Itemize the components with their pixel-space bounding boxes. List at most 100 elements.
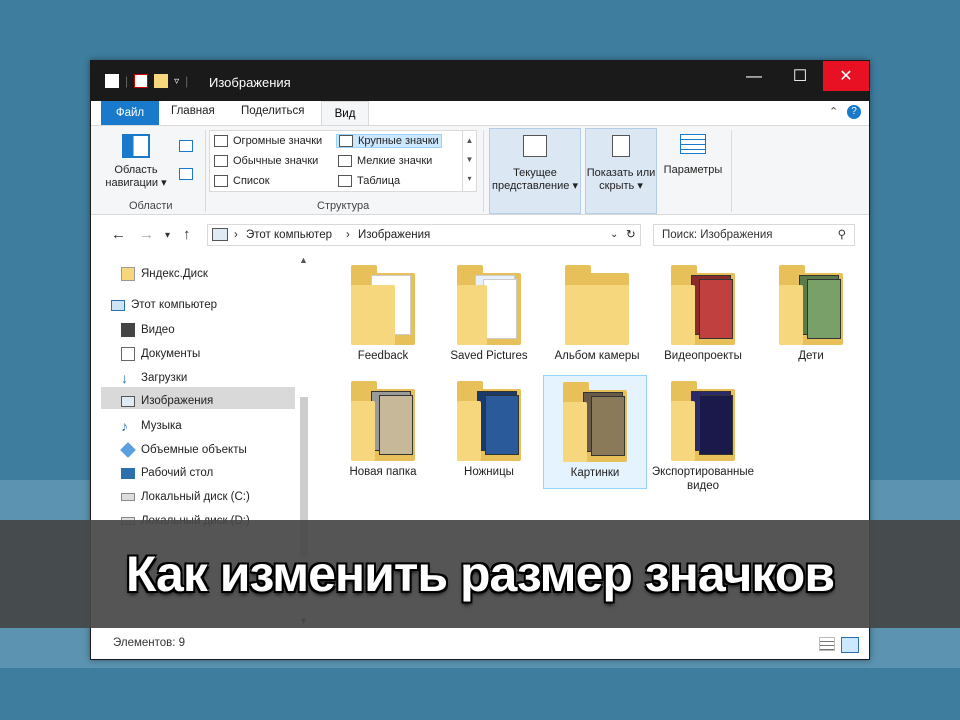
maximize-button[interactable]: ☐ (777, 61, 823, 93)
small-icons-icon (338, 155, 352, 167)
layout-medium-icons[interactable]: Обычные значки (214, 155, 318, 167)
folder-tile[interactable]: Дети (759, 265, 863, 363)
folder-tile[interactable]: Альбом камеры (545, 265, 649, 363)
customize-qat-icon[interactable]: ▿ (174, 76, 179, 87)
ribbon-separator (205, 130, 206, 212)
breadcrumb-pictures[interactable]: Изображения (358, 225, 430, 245)
scroll-up-icon[interactable]: ▲ (299, 255, 308, 265)
folder-tile[interactable]: Новая папка (331, 381, 435, 479)
large-icons-view-icon[interactable] (841, 637, 859, 653)
folder-tile[interactable]: Feedback (331, 265, 435, 363)
current-view-icon (523, 135, 547, 157)
folder-label: Дети (798, 350, 824, 362)
up-arrow-icon[interactable]: ↑ (183, 226, 191, 243)
pictures-icon (121, 395, 135, 407)
sidebar-item-label: Локальный диск (C:) (141, 491, 250, 503)
banner-caption: Как изменить размер значков (125, 546, 835, 602)
sidebar-item-yandex-disk[interactable]: Яндекс.Диск (121, 267, 208, 281)
preview-pane-icon (179, 140, 193, 152)
tab-home[interactable]: Главная (171, 105, 215, 117)
folder-tile-selected[interactable]: Картинки (543, 375, 647, 489)
title-bar: | ▿ | Изображения — ☐ ✕ (91, 61, 869, 101)
folder-tile[interactable]: Saved Pictures (437, 265, 541, 363)
navigation-pane-icon (122, 134, 150, 158)
search-placeholder: Поиск: Изображения (662, 229, 773, 241)
layout-item-label: Обычные значки (233, 155, 319, 167)
details-pane-button[interactable] (179, 168, 193, 180)
sidebar-item-this-pc[interactable]: Этот компьютер (111, 299, 217, 311)
forward-arrow-icon[interactable]: → (139, 226, 154, 243)
refresh-icon[interactable]: ↻ (626, 225, 636, 245)
ribbon-separator (483, 130, 484, 212)
breadcrumb-this-pc[interactable]: Этот компьютер (246, 225, 332, 245)
new-folder-icon[interactable] (154, 74, 169, 88)
folder-tile[interactable]: Экспортированные видео (651, 381, 755, 493)
sidebar-item-label: Объемные объекты (141, 444, 247, 456)
video-icon (121, 323, 135, 337)
sidebar-item-label: Изображения (141, 395, 214, 407)
details-view-icon[interactable] (819, 637, 835, 651)
folder-icon (351, 265, 415, 345)
minimize-button[interactable]: — (731, 61, 777, 93)
navigation-pane-button[interactable]: Область навигации ▾ (101, 134, 171, 190)
folder-icon (565, 265, 629, 345)
music-icon: ♪ (121, 418, 128, 434)
folder-icon (671, 381, 735, 461)
folder-tile[interactable]: Ножницы (437, 381, 541, 479)
gallery-scroll[interactable]: ▲ ▼ ▾ (462, 131, 476, 191)
preview-pane-button[interactable] (179, 140, 193, 152)
layout-extra-large-icons[interactable]: Огромные значки (214, 135, 322, 147)
collapse-ribbon-icon[interactable]: ⌃ (829, 105, 838, 118)
address-bar[interactable]: › Этот компьютер › Изображения ⌄ ↻ (207, 224, 641, 246)
ribbon: Область навигации ▾ Области Огромные зна… (91, 125, 869, 215)
sidebar-item-disk-c[interactable]: Локальный диск (C:) (121, 491, 250, 503)
layout-item-label: Таблица (357, 175, 401, 187)
search-icon: ⚲ (837, 229, 846, 241)
layout-list[interactable]: Список (214, 175, 270, 187)
sidebar-item-pictures[interactable]: Изображения (121, 395, 213, 407)
sidebar-item-music[interactable]: ♪ Музыка (121, 419, 182, 433)
folder-label: Saved Pictures (450, 350, 528, 362)
sidebar-item-label: Этот компьютер (131, 299, 217, 311)
help-icon[interactable]: ? (847, 105, 861, 119)
layout-large-icons[interactable]: Крупные значки (336, 134, 442, 148)
folder-label: Картинки (570, 467, 620, 479)
back-arrow-icon[interactable]: ← (111, 226, 126, 243)
panes-group-label: Области (129, 200, 173, 212)
sidebar-item-documents[interactable]: Документы (121, 347, 200, 361)
tab-file[interactable]: Файл (101, 101, 159, 125)
close-button[interactable]: ✕ (823, 61, 869, 91)
search-input[interactable]: Поиск: Изображения ⚲ (653, 224, 855, 246)
folder-tile[interactable]: Видеопроекты (651, 265, 755, 363)
drive-icon (121, 493, 135, 501)
tab-view[interactable]: Вид (321, 101, 369, 126)
layout-details[interactable]: Таблица (338, 175, 400, 187)
explorer-icon (105, 74, 119, 88)
list-icon (214, 175, 228, 187)
folder-icon (563, 382, 627, 462)
layout-small-icons[interactable]: Мелкие значки (338, 155, 432, 167)
tab-share[interactable]: Поделиться (241, 105, 305, 117)
caption-banner: Как изменить размер значков (0, 520, 960, 628)
sidebar-item-label: Музыка (141, 420, 182, 432)
current-view-button[interactable]: Текущее представление ▾ (489, 128, 581, 214)
sidebar-item-label: Яндекс.Диск (141, 268, 208, 280)
sidebar-item-desktop[interactable]: Рабочий стол (121, 467, 213, 479)
show-hide-button[interactable]: Показать или скрыть ▾ (585, 128, 657, 214)
folder-label: Экспортированные видео (651, 466, 755, 492)
documents-icon (121, 347, 135, 361)
layout-gallery: Огромные значки Крупные значки Обычные з… (209, 130, 477, 192)
details-icon (338, 175, 352, 187)
address-dropdown-icon[interactable]: ⌄ (610, 225, 618, 245)
options-button[interactable]: Параметры (663, 134, 723, 177)
sidebar-item-video[interactable]: Видео (121, 323, 175, 337)
recent-dropdown-icon[interactable]: ▾ (165, 230, 170, 241)
properties-icon[interactable] (134, 74, 149, 88)
status-bar: Элементов: 9 (91, 633, 869, 659)
sidebar-item-downloads[interactable]: ↓ Загрузки (121, 371, 187, 385)
desktop-icon (121, 467, 135, 479)
sidebar-item-3d-objects[interactable]: Объемные объекты (120, 442, 247, 458)
sidebar-item-label: Видео (141, 324, 175, 336)
quick-access-toolbar: | ▿ | (105, 74, 188, 88)
yandex-disk-icon (121, 267, 135, 281)
